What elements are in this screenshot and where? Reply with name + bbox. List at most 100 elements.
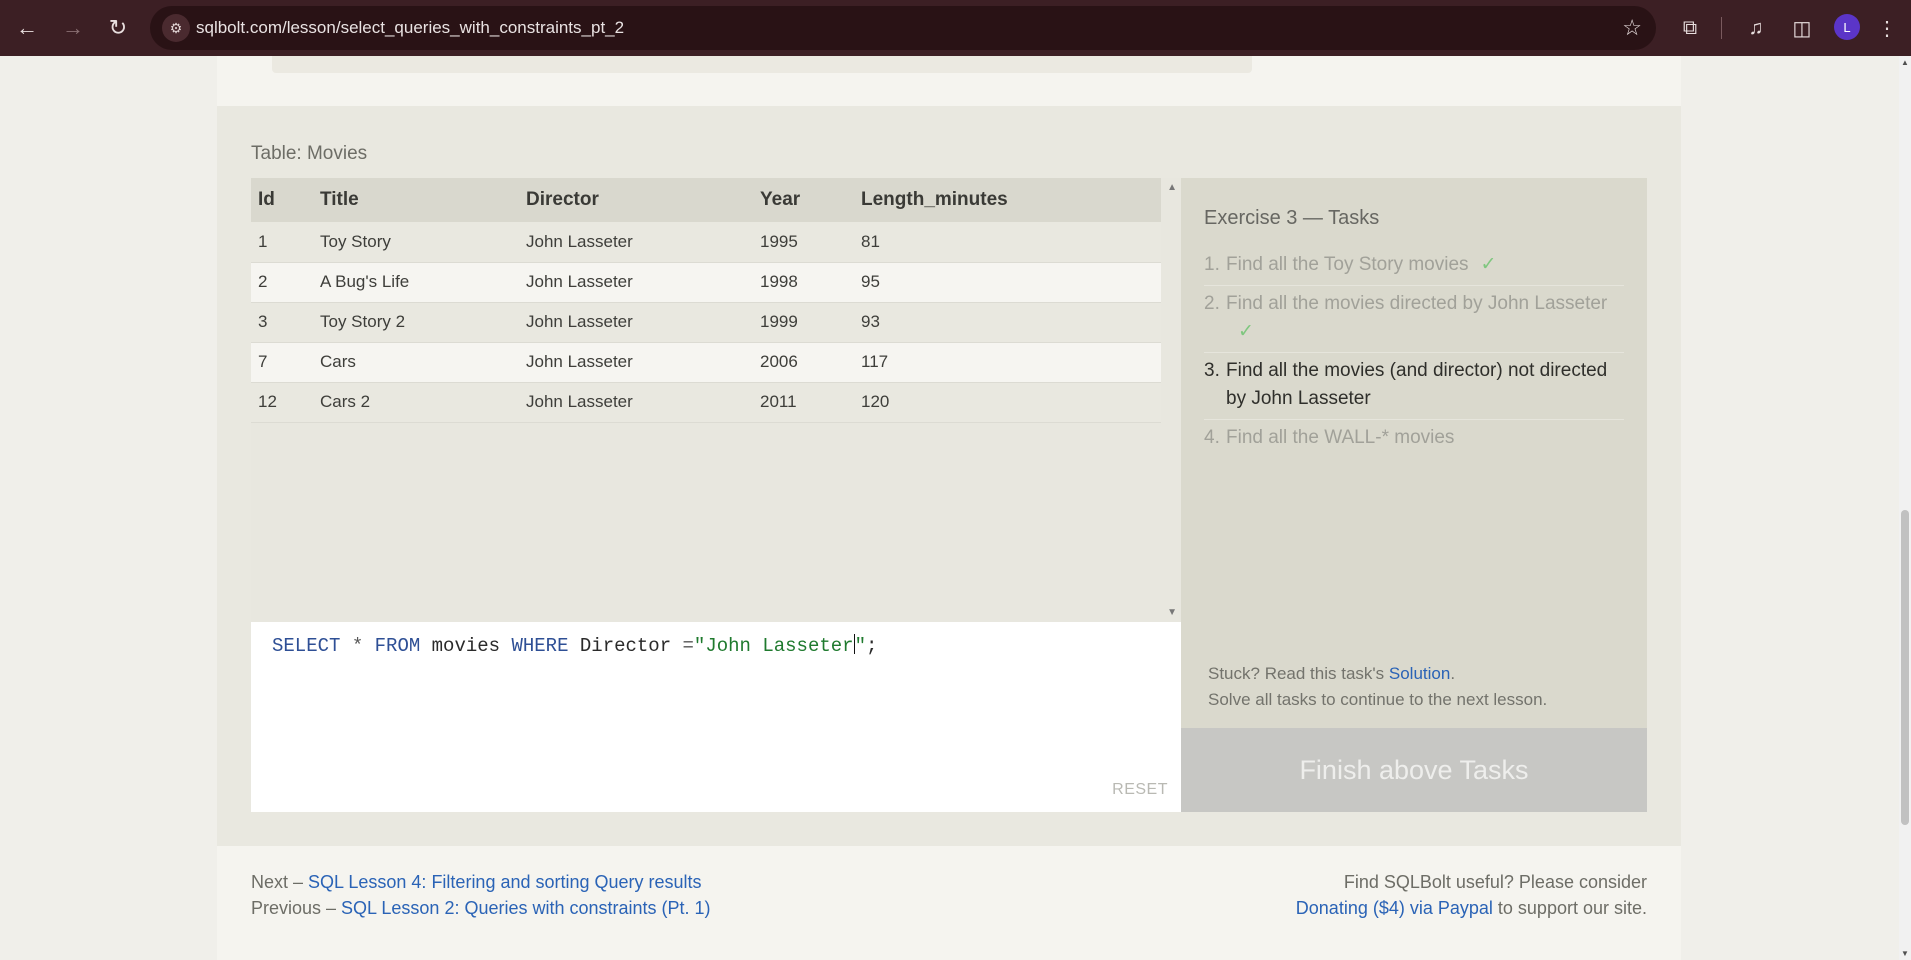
table-row: 1 Toy Story John Lasseter 1995 81 (251, 222, 1161, 263)
token-semicolon: ; (865, 635, 878, 657)
next-prefix: Next – (251, 872, 309, 892)
column-header-title: Title (313, 178, 519, 222)
donation-note: Find SQLBolt useful? Please consider Don… (1296, 869, 1647, 921)
cell-director: John Lasseter (519, 342, 753, 383)
useful-text: Find SQLBolt useful? Please consider (1343, 872, 1647, 892)
lesson-navigation: Next – SQL Lesson 4: Filtering and sorti… (251, 869, 711, 921)
cell-id: 12 (251, 382, 313, 423)
media-icon[interactable]: ♫ (1740, 12, 1772, 44)
cell-id: 3 (251, 302, 313, 343)
table-header-row: Id Title Director Year Length_minutes (251, 178, 1161, 222)
page-scrollbar[interactable]: ▲ ▼ (1899, 56, 1911, 960)
checkmark-icon: ✓ (1238, 321, 1254, 342)
cell-year: 2011 (753, 382, 854, 423)
avatar[interactable]: L (1834, 14, 1860, 40)
stuck-prefix: Stuck? Read this task's (1208, 664, 1389, 683)
scrollbar-thumb[interactable] (1901, 510, 1909, 825)
url-text[interactable]: sqlbolt.com/lesson/select_queries_with_c… (196, 18, 624, 38)
task-text: Find all the WALL-* movies (1226, 427, 1455, 448)
forward-icon[interactable]: → (55, 10, 91, 46)
finish-tasks-button[interactable]: Finish above Tasks (1181, 728, 1647, 812)
cell-title: Toy Story (313, 222, 519, 263)
cell-director: John Lasseter (519, 382, 753, 423)
previous-lesson-link[interactable]: SQL Lesson 2: Queries with constraints (… (341, 898, 711, 918)
back-icon[interactable]: ← (9, 10, 45, 46)
keyword-from: FROM (374, 635, 421, 657)
donate-link[interactable]: Donating ($4) via Paypal (1296, 898, 1493, 918)
table-scroll-down-icon[interactable]: ▼ (1167, 607, 1177, 618)
lesson-top-box (272, 56, 1252, 73)
task-number: 4. (1204, 427, 1220, 448)
cell-length: 117 (854, 342, 1161, 383)
cell-director: John Lasseter (519, 302, 753, 343)
bookmark-star-icon[interactable]: ☆ (1622, 15, 1642, 41)
continue-text: Solve all tasks to continue to the next … (1208, 690, 1548, 709)
cell-length: 95 (854, 262, 1161, 303)
table-row: 2 A Bug's Life John Lasseter 1998 95 (251, 262, 1161, 303)
cell-title: Cars (313, 342, 519, 383)
site-info-icon[interactable]: ⚙ (162, 14, 190, 42)
cell-director: John Lasseter (519, 222, 753, 263)
extensions-icon[interactable]: ⧉ (1674, 12, 1706, 44)
column-header-director: Director (519, 178, 753, 222)
lesson-footer: Next – SQL Lesson 4: Filtering and sorti… (217, 846, 1681, 960)
scroll-up-arrow-icon[interactable]: ▲ (1901, 58, 1909, 67)
task-list: 1. Find all the Toy Story movies ✓ 2. Fin… (1204, 247, 1624, 458)
table-scroll-up-icon[interactable]: ▲ (1167, 182, 1177, 193)
column-header-id: Id (251, 178, 313, 222)
keyword-where: WHERE (511, 635, 569, 657)
task-number: 2. (1204, 293, 1220, 314)
cell-length: 81 (854, 222, 1161, 263)
tasks-title: Exercise 3 — Tasks (1204, 207, 1380, 229)
table-row: 7 Cars John Lasseter 2006 117 (251, 342, 1161, 383)
next-lesson-link[interactable]: SQL Lesson 4: Filtering and sorting Quer… (308, 872, 702, 892)
task-text: Find all the movies (and director) not d… (1226, 360, 1608, 409)
task-item[interactable]: 3. Find all the movies (and director) no… (1204, 353, 1624, 420)
cell-id: 1 (251, 222, 313, 263)
stuck-suffix: . (1450, 664, 1456, 683)
toolbar-divider (1721, 17, 1722, 39)
stuck-hint: Stuck? Read this task's Solution. Solve … (1208, 661, 1547, 713)
address-bar[interactable]: ⚙ sqlbolt.com/lesson/select_queries_with… (150, 6, 1656, 50)
table-row: 12 Cars 2 John Lasseter 2011 120 (251, 382, 1161, 423)
cell-year: 1998 (753, 262, 854, 303)
cell-title: Cars 2 (313, 382, 519, 423)
side-panel-icon[interactable]: ◫ (1786, 12, 1818, 44)
menu-icon[interactable]: ⋮ (1871, 12, 1903, 44)
column-header-year: Year (753, 178, 854, 222)
reset-button[interactable]: RESET (1112, 781, 1168, 799)
reload-icon[interactable]: ↻ (100, 10, 136, 46)
solution-link[interactable]: Solution (1389, 664, 1450, 683)
cell-year: 1999 (753, 302, 854, 343)
sql-query-editor[interactable]: SELECT * FROM movies WHERE Director ="Jo… (251, 622, 1181, 812)
lesson-top-strip (217, 56, 1681, 106)
task-item[interactable]: 4. Find all the WALL-* movies (1204, 420, 1624, 458)
cell-length: 93 (854, 302, 1161, 343)
task-number: 1. (1204, 254, 1220, 275)
scroll-down-arrow-icon[interactable]: ▼ (1901, 949, 1909, 958)
cell-title: Toy Story 2 (313, 302, 519, 343)
results-table: Id Title Director Year Length_minutes 1 … (251, 178, 1161, 423)
query-text[interactable]: SELECT * FROM movies WHERE Director ="Jo… (272, 634, 877, 657)
task-item[interactable]: 1. Find all the Toy Story movies ✓ (1204, 247, 1624, 286)
table-row: 3 Toy Story 2 John Lasseter 1999 93 (251, 302, 1161, 343)
cell-length: 120 (854, 382, 1161, 423)
donate-suffix: to support our site. (1492, 898, 1647, 918)
task-item[interactable]: 2. Find all the movies directed by John … (1204, 286, 1624, 353)
token-column: Director (568, 635, 683, 657)
tasks-panel: Exercise 3 — Tasks 1. Find all the Toy S… (1181, 178, 1647, 812)
cell-year: 2006 (753, 342, 854, 383)
table-caption: Table: Movies (251, 143, 368, 164)
cell-title: A Bug's Life (313, 262, 519, 303)
task-text: Find all the Toy Story movies (1226, 254, 1469, 275)
token-string-end: " (854, 635, 866, 657)
cell-year: 1995 (753, 222, 854, 263)
token-table: movies (420, 635, 512, 657)
prev-prefix: Previous – (251, 898, 342, 918)
results-table-panel: Id Title Director Year Length_minutes 1 … (251, 178, 1181, 622)
token-star: * (340, 635, 375, 657)
checkmark-icon: ✓ (1480, 254, 1497, 275)
browser-toolbar: ← → ↻ ⚙ sqlbolt.com/lesson/select_querie… (0, 0, 1911, 56)
cell-director: John Lasseter (519, 262, 753, 303)
task-number: 3. (1204, 360, 1220, 381)
